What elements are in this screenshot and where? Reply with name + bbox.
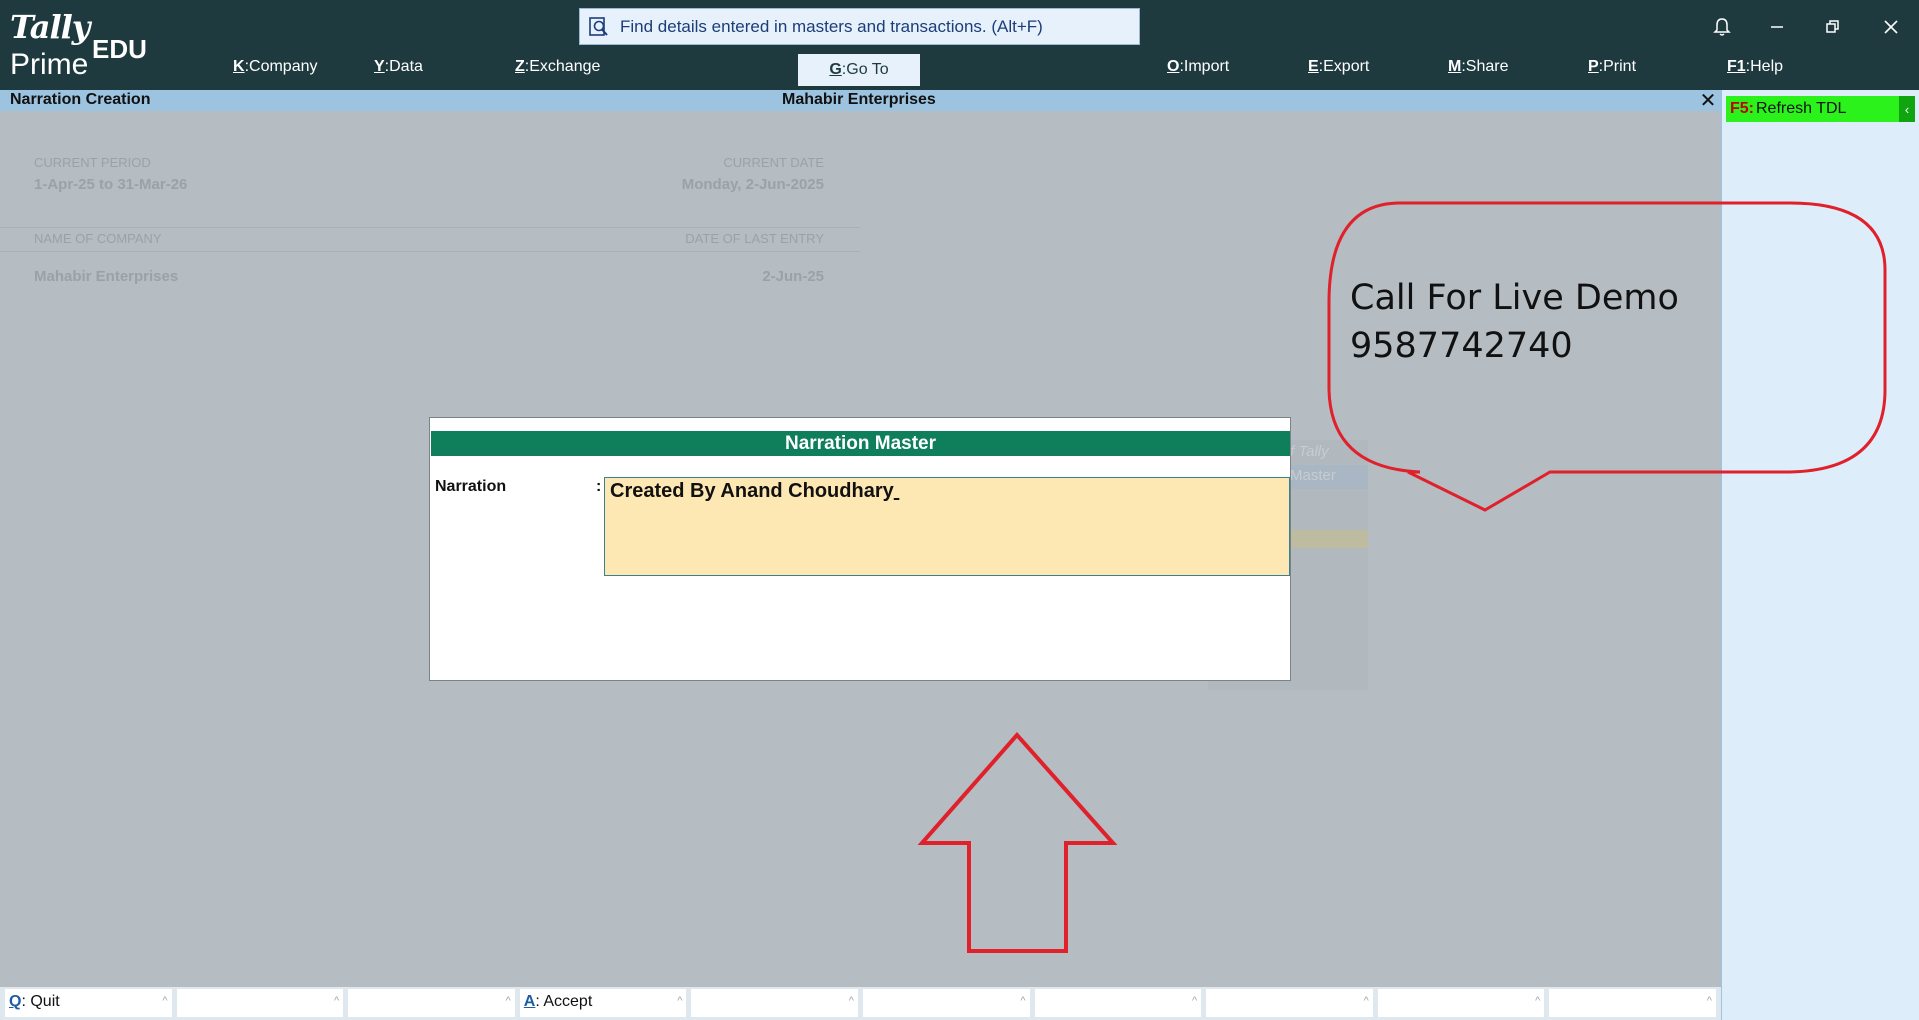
button-label: Quit [30,993,60,1010]
up-arrow [917,731,1118,953]
menu-key: G [829,61,842,78]
menu-data[interactable]: Y:Data [374,58,423,76]
refresh-tdl-button[interactable]: F5: Refresh TDL ‹ [1726,96,1915,122]
caret-up-icon: ^ [848,995,854,1007]
callout-phone: 9587742740 [1350,326,1573,366]
menu-goto[interactable]: G: Go To [798,54,920,86]
gateway-background: CURRENT PERIOD 1-Apr-25 to 31-Mar-26 CUR… [0,111,860,311]
company-name-value: Mahabir Enterprises [34,268,179,285]
minimize-icon[interactable] [1762,12,1792,42]
empty-button-slot[interactable]: ^ [1206,989,1373,1017]
background-menu-text: f Tally [1290,443,1329,460]
menu-key: M [1448,58,1462,75]
search-input[interactable]: Find details entered in masters and tran… [579,8,1140,45]
close-screen-icon[interactable]: ✕ [1697,91,1719,111]
company-title: Mahabir Enterprises [782,91,936,108]
menu-key: O [1167,58,1180,75]
empty-button-slot[interactable]: ^ [1377,989,1545,1017]
current-period-label: CURRENT PERIOD [34,155,151,170]
menu-export[interactable]: E:Export [1308,58,1369,76]
menu-label: Import [1183,58,1230,75]
top-bar: Tally Prime EDU Find details entered in … [0,0,1919,90]
bottom-button-bar: Q: Quit ^ ^ ^ A: Accept ^ ^ ^ ^ ^ ^ ^ [0,987,1721,1020]
caret-up-icon: ^ [1706,995,1712,1007]
notification-bell-icon[interactable] [1707,12,1737,42]
text-caret [894,480,900,502]
last-entry-value: 2-Jun-25 [762,268,824,285]
right-button-panel: F5: Refresh TDL ‹ [1721,90,1919,1020]
menu-label: Export [1323,58,1370,75]
menu-key: F1 [1727,58,1746,75]
divider [0,227,860,228]
menu-label: Help [1750,58,1784,75]
button-key: Q [9,993,22,1010]
last-entry-label: DATE OF LAST ENTRY [685,231,824,246]
empty-button-slot[interactable]: ^ [862,989,1030,1017]
search-icon [589,16,608,36]
callout-line-1: Call For Live Demo [1350,278,1679,318]
accept-button[interactable]: A: Accept ^ [519,989,687,1017]
button-key: A [523,993,536,1010]
background-menu-text: Master [1290,467,1336,484]
dialog-title: Narration Master [431,431,1290,456]
current-date-value: Monday, 2-Jun-2025 [681,176,824,193]
chevron-left-icon[interactable]: ‹ [1899,96,1915,122]
menu-label: Company [249,58,318,75]
callout-text: Call For Live Demo 9587742740 [1350,274,1679,370]
button-label: Accept [543,993,593,1010]
menu-import[interactable]: O:Import [1167,58,1229,76]
empty-button-slot[interactable]: ^ [1034,989,1202,1017]
window-close-icon[interactable] [1876,12,1906,42]
company-name-label: NAME OF COMPANY [34,231,162,246]
menu-label: Data [389,58,423,75]
field-colon: : [596,478,602,495]
menu-label: Share [1465,58,1509,75]
menu-share[interactable]: M:Share [1448,58,1508,76]
menu-label: Print [1603,58,1637,75]
narration-master-dialog: Narration Master Narration : Created By … [429,417,1291,681]
menu-company[interactable]: K:Company [233,58,318,76]
caret-up-icon: ^ [1535,995,1541,1007]
caret-up-icon: ^ [1020,995,1026,1007]
screen-title: Narration Creation [10,91,151,108]
empty-button-slot[interactable]: ^ [348,989,515,1017]
refresh-key: F5: [1730,100,1754,117]
menu-key: Z [515,58,525,75]
current-date-label: CURRENT DATE [723,155,824,170]
empty-button-slot[interactable]: ^ [176,989,344,1017]
refresh-label: Refresh TDL [1756,100,1847,117]
menu-exchange[interactable]: Z:Exchange [515,58,600,76]
logo-prime-text: Prime [10,48,89,81]
caret-up-icon: ^ [677,995,683,1007]
menu-label: Exchange [529,58,601,75]
menu-key: K [233,58,245,75]
menu-print[interactable]: P:Print [1588,58,1636,76]
caret-up-icon: ^ [505,995,511,1007]
empty-button-slot[interactable]: ^ [691,989,858,1017]
narration-value: Created By Anand Choudhary [610,480,894,502]
search-placeholder: Find details entered in masters and tran… [620,16,1043,36]
restore-icon[interactable] [1818,12,1848,42]
caret-up-icon: ^ [1191,995,1198,1007]
tally-prime-logo: Tally Prime EDU [10,8,150,83]
quit-button[interactable]: Q: Quit ^ [5,989,172,1017]
menu-key: Y [374,58,385,75]
caret-up-icon: ^ [1363,995,1369,1007]
menu-key: E [1308,58,1319,75]
edition-label: EDU [92,34,147,64]
caret-up-icon: ^ [162,995,168,1007]
divider [0,251,860,252]
empty-button-slot[interactable]: ^ [1549,989,1716,1017]
narration-label: Narration [435,478,507,495]
current-period-value: 1-Apr-25 to 31-Mar-26 [34,176,188,193]
narration-input[interactable]: Created By Anand Choudhary [604,477,1290,576]
title-strip: Narration Creation Mahabir Enterprises [0,90,1721,111]
caret-up-icon: ^ [334,995,340,1007]
menu-label: Go To [846,61,889,78]
menu-key: P [1588,58,1599,75]
menu-help[interactable]: F1:Help [1727,58,1783,76]
logo-tally-text: Tally [10,8,90,46]
